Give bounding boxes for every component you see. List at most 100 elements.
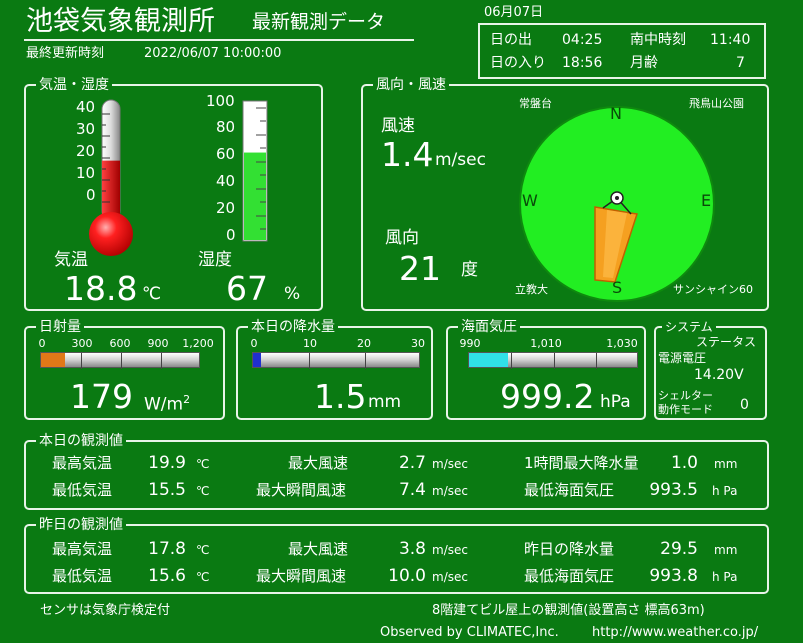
today-min-pressure-value: 993.5 [649,480,698,500]
today-max-hourly-rain-unit: mm [714,457,738,471]
temp-unit: ℃ [142,284,162,304]
today-max-temp-unit: ℃ [196,457,210,471]
landmark-sw: 立教大 [515,283,548,296]
solar-unit: W/m2 [144,394,190,414]
yesterday-max-wind-value: 3.8 [398,539,426,559]
pressure-gauge-fill [469,353,508,367]
voltage-label: 電源電圧 [658,351,707,365]
rain-tick-label: 30 [411,337,425,350]
rain-gauge-tick [365,353,366,369]
yesterday-min-temp-unit: ℃ [196,570,210,584]
pressure-unit: hPa [600,392,631,412]
humidity-label: 湿度 [198,250,232,270]
rain-gauge [252,352,420,369]
yesterday-max-temp-label: 最高気温 [52,540,113,558]
today-max-wind-label: 最大風速 [288,454,349,472]
yesterday-rain-label: 昨日の降水量 [524,540,615,558]
wind-speed-unit: m/sec [435,150,486,170]
thermometer-icon [89,99,133,256]
yesterday-max-wind-unit: m/sec [432,543,468,557]
sun-date: 06月07日 [484,5,544,20]
hygro-tick-label: 0 [226,226,236,244]
wind-dir-unit: 度 [461,260,478,280]
wind-speed-value: 1.4 [381,135,434,174]
yesterday-min-pressure-unit: h Pa [712,570,738,584]
rain-value: 1.5 [314,377,367,416]
pressure-gauge-tick [511,353,512,369]
today-min-temp-label: 最低気温 [52,481,113,499]
yesterday-max-wind-label: 最大風速 [288,540,349,558]
today-max-temp-label: 最高気温 [52,454,113,472]
today-panel: 本日の観測値 最高気温 19.9 ℃ 最大風速 2.7 m/sec 1時間最大降… [24,432,769,510]
yesterday-rain-unit: mm [714,543,738,557]
yesterday-max-gust-label: 最大瞬間風速 [256,567,347,585]
today-max-gust-value: 7.4 [398,480,426,500]
pressure-tick-label: 990 [459,337,481,350]
today-max-hourly-rain-value: 1.0 [670,453,698,473]
today-min-temp-value: 15.5 [148,480,186,500]
noon-value: 11:40 [710,32,751,48]
yesterday-max-temp-unit: ℃ [196,543,210,557]
moon-label: 月齢 [630,55,658,71]
today-max-temp-value: 19.9 [148,453,186,473]
today-max-gust-unit: m/sec [432,484,468,498]
shelter-value: 0 [740,397,749,413]
pressure-value: 999.2 [500,377,595,416]
moon-value: 7 [736,55,745,71]
rain-tick-label: 10 [303,337,317,350]
yesterday-max-temp-value: 17.8 [148,539,186,559]
solar-tick-label: 900 [147,337,169,350]
page-subtitle: 最新観測データ [252,11,386,33]
solar-tick-label: 1,200 [182,337,214,350]
hygro-tick-label: 80 [216,118,236,136]
system-status-label: ステータス [696,335,757,349]
solar-title: 日射量 [36,318,84,336]
hygrometer-icon [242,100,268,242]
solar-gauge-fill [41,353,65,367]
sunset-value: 18:56 [562,55,603,71]
rain-panel: 本日の降水量 0 10 20 30 1.5 mm [236,318,433,420]
pressure-panel: 海面気圧 990 1,010 1,030 999.2 hPa [446,318,646,420]
temp-humidity-panel: 気温・湿度 40 30 20 10 0 100 80 60 40 20 0 気温… [24,76,323,311]
pressure-tick-label: 1,010 [530,337,562,350]
solar-panel: 日射量 0 300 600 900 1,200 179 W/m2 [24,318,225,420]
yesterday-max-gust-value: 10.0 [388,566,426,586]
sensor-note: センサは気象庁検定付 [40,603,171,618]
shelter-label-1: シェルター [658,389,713,402]
solar-tick-label: 300 [71,337,93,350]
solar-gauge-tick [81,353,82,369]
shelter-label-2: 動作モード [658,403,713,416]
solar-unit-text: W/m [144,394,184,415]
website-link[interactable]: http://www.weather.co.jp/ [592,626,758,639]
today-title: 本日の観測値 [36,432,126,450]
today-min-pressure-unit: h Pa [712,484,738,498]
sunrise-value: 04:25 [562,32,603,48]
wind-panel: 風向・風速 風速 1.4 m/sec 風向 21 度 N S W E 常盤台 飛… [361,76,769,311]
rain-tick-label: 0 [250,337,258,350]
wind-compass [519,106,715,302]
hygro-tick-label: 60 [216,145,236,163]
solar-gauge [40,352,200,369]
today-min-pressure-label: 最低海面気圧 [524,481,615,499]
pressure-gauge-tick [554,353,555,369]
humidity-unit: % [284,284,301,304]
hygro-tick-label: 20 [216,199,236,217]
humidity-value: 67 [226,269,268,308]
yesterday-min-pressure-value: 993.8 [649,566,698,586]
yesterday-min-temp-value: 15.6 [148,566,186,586]
compass-north: N [610,104,622,123]
title-underline [24,39,414,41]
wind-speed-label: 風速 [381,116,415,136]
last-update-value: 2022/06/07 10:00:00 [144,46,282,61]
last-update-label: 最終更新時刻 [26,46,105,61]
location-note: 8階建てビル屋上の観測値(設置高さ 標高63m) [432,603,705,618]
compass-south: S [612,278,623,297]
pressure-tick-label: 1,030 [606,337,638,350]
rain-gauge-tick [309,353,310,369]
noon-label: 南中時刻 [630,32,686,48]
pressure-gauge [468,352,638,369]
today-max-wind-value: 2.7 [398,453,426,473]
pressure-title: 海面気圧 [458,318,520,336]
today-max-hourly-rain-label: 1時間最大降水量 [524,454,639,472]
rain-unit: mm [368,392,402,412]
